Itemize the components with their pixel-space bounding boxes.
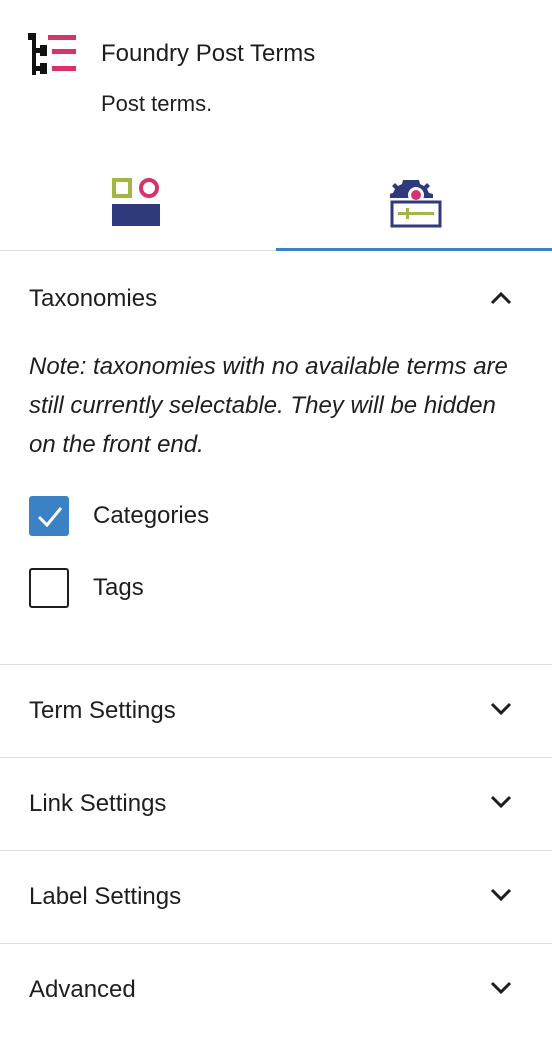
block-description: Post terms. xyxy=(101,91,213,116)
checkbox-row-categories: Categories xyxy=(29,496,523,536)
categories-checkbox[interactable] xyxy=(29,496,69,536)
categories-label[interactable]: Categories xyxy=(93,500,209,532)
panel-title: Advanced xyxy=(29,976,136,1003)
panel-title: Label Settings xyxy=(29,883,182,910)
chevron-down-icon xyxy=(490,795,512,809)
chevron-down-icon xyxy=(490,981,512,995)
advanced-panel: Advanced xyxy=(0,944,552,1036)
panel-title: Term Settings xyxy=(29,697,176,724)
check-icon xyxy=(37,507,63,528)
chevron-down-icon xyxy=(490,702,512,716)
taxonomies-panel: Taxonomies Note: taxonomies with no avai… xyxy=(0,251,552,665)
tab-styles[interactable] xyxy=(0,140,276,250)
link-settings-toggle[interactable]: Link Settings xyxy=(0,758,552,850)
inspector-tabs xyxy=(0,140,552,251)
taxonomies-panel-body: Note: taxonomies with no available terms… xyxy=(0,347,552,664)
block-title: Foundry Post Terms xyxy=(101,40,316,67)
term-settings-toggle[interactable]: Term Settings xyxy=(0,665,552,757)
tags-checkbox[interactable] xyxy=(29,568,69,608)
term-settings-panel: Term Settings xyxy=(0,665,552,758)
panel-title: Taxonomies xyxy=(29,285,158,312)
styles-icon xyxy=(112,178,160,226)
foundry-post-terms-icon xyxy=(28,33,76,75)
tab-settings[interactable] xyxy=(276,140,552,251)
taxonomies-note: Note: taxonomies with no available terms… xyxy=(29,353,508,458)
chevron-up-icon xyxy=(490,291,512,305)
label-settings-panel: Label Settings xyxy=(0,851,552,944)
link-settings-panel: Link Settings xyxy=(0,758,552,851)
block-card: Foundry Post Terms Post terms. xyxy=(0,0,552,140)
chevron-down-icon xyxy=(490,888,512,902)
checkbox-row-tags: Tags xyxy=(29,568,523,608)
advanced-toggle[interactable]: Advanced xyxy=(0,944,552,1036)
label-settings-toggle[interactable]: Label Settings xyxy=(0,851,552,943)
tags-label[interactable]: Tags xyxy=(93,572,144,604)
panel-title: Link Settings xyxy=(29,790,167,817)
taxonomies-panel-toggle[interactable]: Taxonomies xyxy=(0,251,552,347)
settings-icon xyxy=(390,180,442,228)
